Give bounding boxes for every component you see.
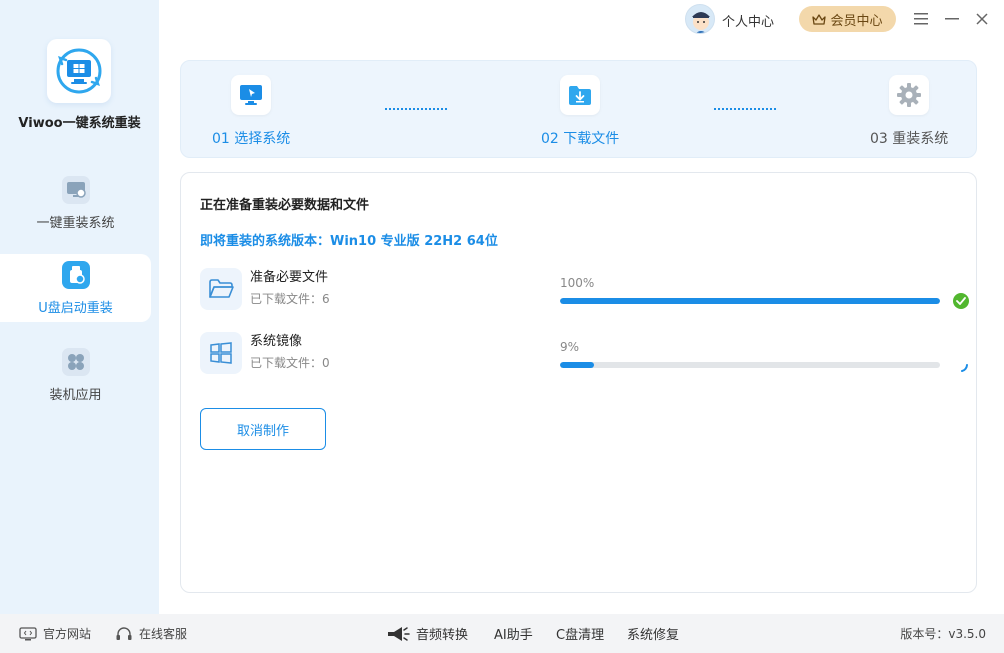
progress-bar [560, 362, 940, 368]
loading-spinner-icon [961, 364, 968, 372]
personal-center-link[interactable]: 个人中心 [722, 11, 774, 30]
megaphone-icon [388, 626, 410, 641]
card-title: 正在准备重装必要数据和文件 [200, 198, 370, 213]
windows-icon [200, 332, 242, 374]
footer: 官方网站 在线客服 音频转换 AI助手 C盘清理 系统修复 版本号：v3.5.0 [0, 614, 1004, 653]
menu-button[interactable] [911, 8, 931, 30]
official-site-link[interactable]: 官方网站 [19, 614, 91, 653]
task-name: 系统镜像 [250, 334, 303, 349]
audio-convert-link[interactable]: 音频转换 [386, 614, 468, 653]
usb-drive-icon [61, 260, 90, 289]
minimize-icon [945, 18, 959, 20]
ai-assistant-link[interactable]: AI助手 [494, 614, 533, 653]
hamburger-icon [914, 13, 928, 25]
step-reinstall-system: 03 重装系统 [859, 61, 979, 159]
online-service-link[interactable]: 在线客服 [115, 614, 187, 653]
sidebar-item-label: 一键重装系统 [36, 215, 115, 231]
progress-steps: 01 选择系统 02 下载文件 03 重装系统 [180, 60, 977, 158]
progress-bar [560, 298, 940, 304]
cancel-button[interactable]: 取消制作 [200, 408, 326, 450]
progress-bar-fill [560, 298, 940, 304]
sidebar-item-one-click-reinstall[interactable]: 一键重装系统 [0, 169, 151, 237]
step-download-files: 02 下载文件 [530, 61, 650, 159]
preparation-card: 正在准备重装必要数据和文件 即将重装的系统版本：Win10 专业版 22H2 6… [180, 172, 977, 593]
sys-repair-link[interactable]: 系统修复 [627, 614, 679, 653]
sidebar-item-install-apps[interactable]: 装机应用 [0, 341, 151, 409]
task-name: 准备必要文件 [250, 270, 329, 285]
vip-center-button[interactable]: 会员中心 [799, 6, 896, 32]
app-name: Viwoo一键系统重装 [18, 116, 141, 131]
apps-grid-icon [61, 347, 90, 376]
online-service-label: 在线客服 [139, 627, 188, 641]
close-button[interactable] [972, 8, 992, 30]
official-site-label: 官方网站 [43, 627, 92, 641]
sidebar: Viwoo一键系统重装 一键重装系统 U盘启动重装 装机应用 [0, 0, 159, 614]
avatar[interactable] [685, 4, 715, 34]
step-select-system: 01 选择系统 [201, 61, 321, 159]
crown-icon [812, 13, 827, 25]
app-window: Viwoo一键系统重装 一键重装系统 U盘启动重装 装机应用 个人中心 会员中心… [0, 0, 1004, 653]
c-clean-link[interactable]: C盘清理 [556, 614, 604, 653]
task-percent: 100% [560, 276, 595, 290]
system-version-text: 即将重装的系统版本：Win10 专业版 22H2 64位 [200, 234, 498, 249]
monitor-icon [19, 626, 37, 640]
task-count: 已下载文件：6 [250, 292, 330, 306]
folder-download-icon [560, 75, 600, 115]
step-label: 01 选择系统 [212, 131, 291, 147]
minimize-button[interactable] [942, 8, 962, 30]
step-connector [714, 108, 776, 110]
topbar: 个人中心 会员中心 [159, 0, 1004, 40]
headset-icon [116, 626, 132, 640]
step-connector [385, 108, 447, 110]
version-text: 版本号：v3.5.0 [900, 627, 986, 641]
task-row-system-image: 系统镜像 已下载文件：0 9% [200, 330, 970, 374]
app-logo [47, 39, 111, 103]
gear-icon [889, 75, 929, 115]
sidebar-item-usb-reinstall[interactable]: U盘启动重装 [0, 254, 151, 322]
step-label: 02 下载文件 [541, 131, 620, 147]
check-icon [953, 293, 969, 309]
sidebar-item-label: U盘启动重装 [38, 300, 113, 316]
close-icon [976, 13, 988, 25]
logo-icon [56, 48, 102, 94]
folder-icon [200, 268, 242, 310]
progress-bar-fill [560, 362, 595, 368]
sidebar-item-label: 装机应用 [49, 387, 102, 403]
task-percent: 9% [560, 340, 580, 354]
audio-convert-label: 音频转换 [416, 628, 469, 643]
monitor-refresh-icon [61, 175, 90, 204]
task-count: 已下载文件：0 [250, 356, 330, 370]
monitor-cursor-icon [231, 75, 271, 115]
vip-center-label: 会员中心 [830, 13, 883, 29]
step-label: 03 重装系统 [870, 131, 949, 147]
task-row-prepare-files: 准备必要文件 已下载文件：6 100% [200, 266, 970, 310]
